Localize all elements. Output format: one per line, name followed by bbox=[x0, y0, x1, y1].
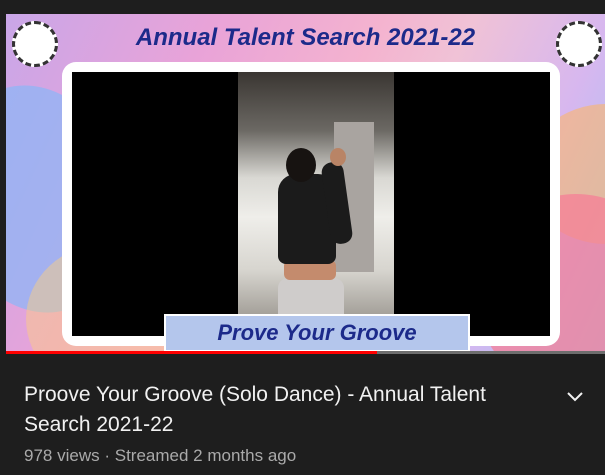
video-metadata: 978 views · Streamed 2 months ago bbox=[24, 446, 296, 466]
video-screen[interactable] bbox=[72, 72, 550, 336]
progress-bar[interactable] bbox=[6, 351, 605, 354]
banner-title: Annual Talent Search 2021-22 bbox=[135, 24, 476, 51]
dancer-figure bbox=[330, 148, 346, 166]
video-player[interactable]: Annual Talent Search 2021-22 Prove Your … bbox=[6, 14, 605, 354]
meta-separator: · bbox=[104, 446, 111, 465]
stream-date: Streamed 2 months ago bbox=[114, 446, 297, 465]
dancer-video-image bbox=[238, 72, 394, 336]
progress-bar-fill bbox=[6, 351, 378, 354]
video-caption-banner: Prove Your Groove bbox=[164, 314, 470, 352]
dancer-figure bbox=[286, 148, 316, 182]
view-count: 978 views bbox=[24, 446, 100, 465]
video-title[interactable]: Proove Your Groove (Solo Dance) - Annual… bbox=[24, 380, 534, 440]
chevron-down-icon bbox=[567, 392, 583, 402]
expand-description-button[interactable] bbox=[560, 382, 590, 412]
